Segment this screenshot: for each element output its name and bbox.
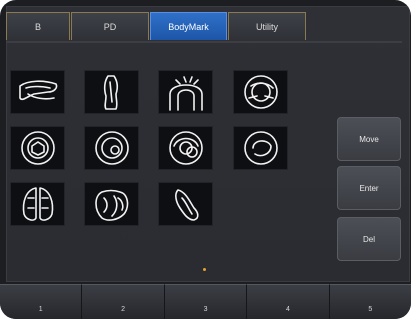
head-top-icon xyxy=(243,75,278,109)
heart-icon xyxy=(94,189,128,221)
bodymark-head-top[interactable] xyxy=(233,70,288,114)
bodymark-arm[interactable] xyxy=(84,70,139,114)
breast-side-icon xyxy=(18,80,57,101)
bodymark-heart[interactable] xyxy=(84,182,139,226)
kidney-pair-icon xyxy=(22,187,53,221)
bodymark-eye-right[interactable] xyxy=(233,126,288,170)
move-button[interactable]: Move xyxy=(337,117,401,161)
breast-left-icon xyxy=(20,131,55,165)
softkey-bar: 1 2 3 4 5 xyxy=(0,284,411,319)
bodymark-kidney-pair[interactable] xyxy=(10,182,65,226)
arm-icon xyxy=(103,75,118,110)
ultrasound-touch-panel: B PD BodyMark Utility Move Enter Del 1 2… xyxy=(0,0,411,319)
del-button[interactable]: Del xyxy=(337,217,401,261)
softkey-1[interactable]: 1 xyxy=(0,284,83,319)
eye-right-icon xyxy=(243,131,278,165)
tab-utility[interactable]: Utility xyxy=(228,12,306,40)
bodymark-eye-left[interactable] xyxy=(158,126,213,170)
page-indicator xyxy=(203,268,206,271)
tab-bar: B PD BodyMark Utility xyxy=(6,12,307,42)
softkey-5[interactable]: 5 xyxy=(329,284,411,319)
breast-right-icon xyxy=(94,131,129,165)
softkey-3[interactable]: 3 xyxy=(164,284,248,319)
foot-icon xyxy=(174,189,199,221)
tab-pd[interactable]: PD xyxy=(71,12,149,40)
bodymark-foot[interactable] xyxy=(158,182,213,226)
bodymark-breast-left[interactable] xyxy=(10,126,65,170)
enter-button[interactable]: Enter xyxy=(337,166,401,210)
eye-left-icon xyxy=(168,131,203,165)
softkey-2[interactable]: 2 xyxy=(82,284,165,319)
tab-underline xyxy=(6,41,402,43)
hip-joint-icon xyxy=(168,76,203,111)
tab-b[interactable]: B xyxy=(6,12,70,40)
tab-bodymark[interactable]: BodyMark xyxy=(150,12,227,40)
bodymark-breast-right[interactable] xyxy=(84,126,139,170)
softkey-4[interactable]: 4 xyxy=(247,284,330,319)
bodymark-hip-joint[interactable] xyxy=(158,70,213,114)
bodymark-breast-side[interactable] xyxy=(10,70,65,114)
